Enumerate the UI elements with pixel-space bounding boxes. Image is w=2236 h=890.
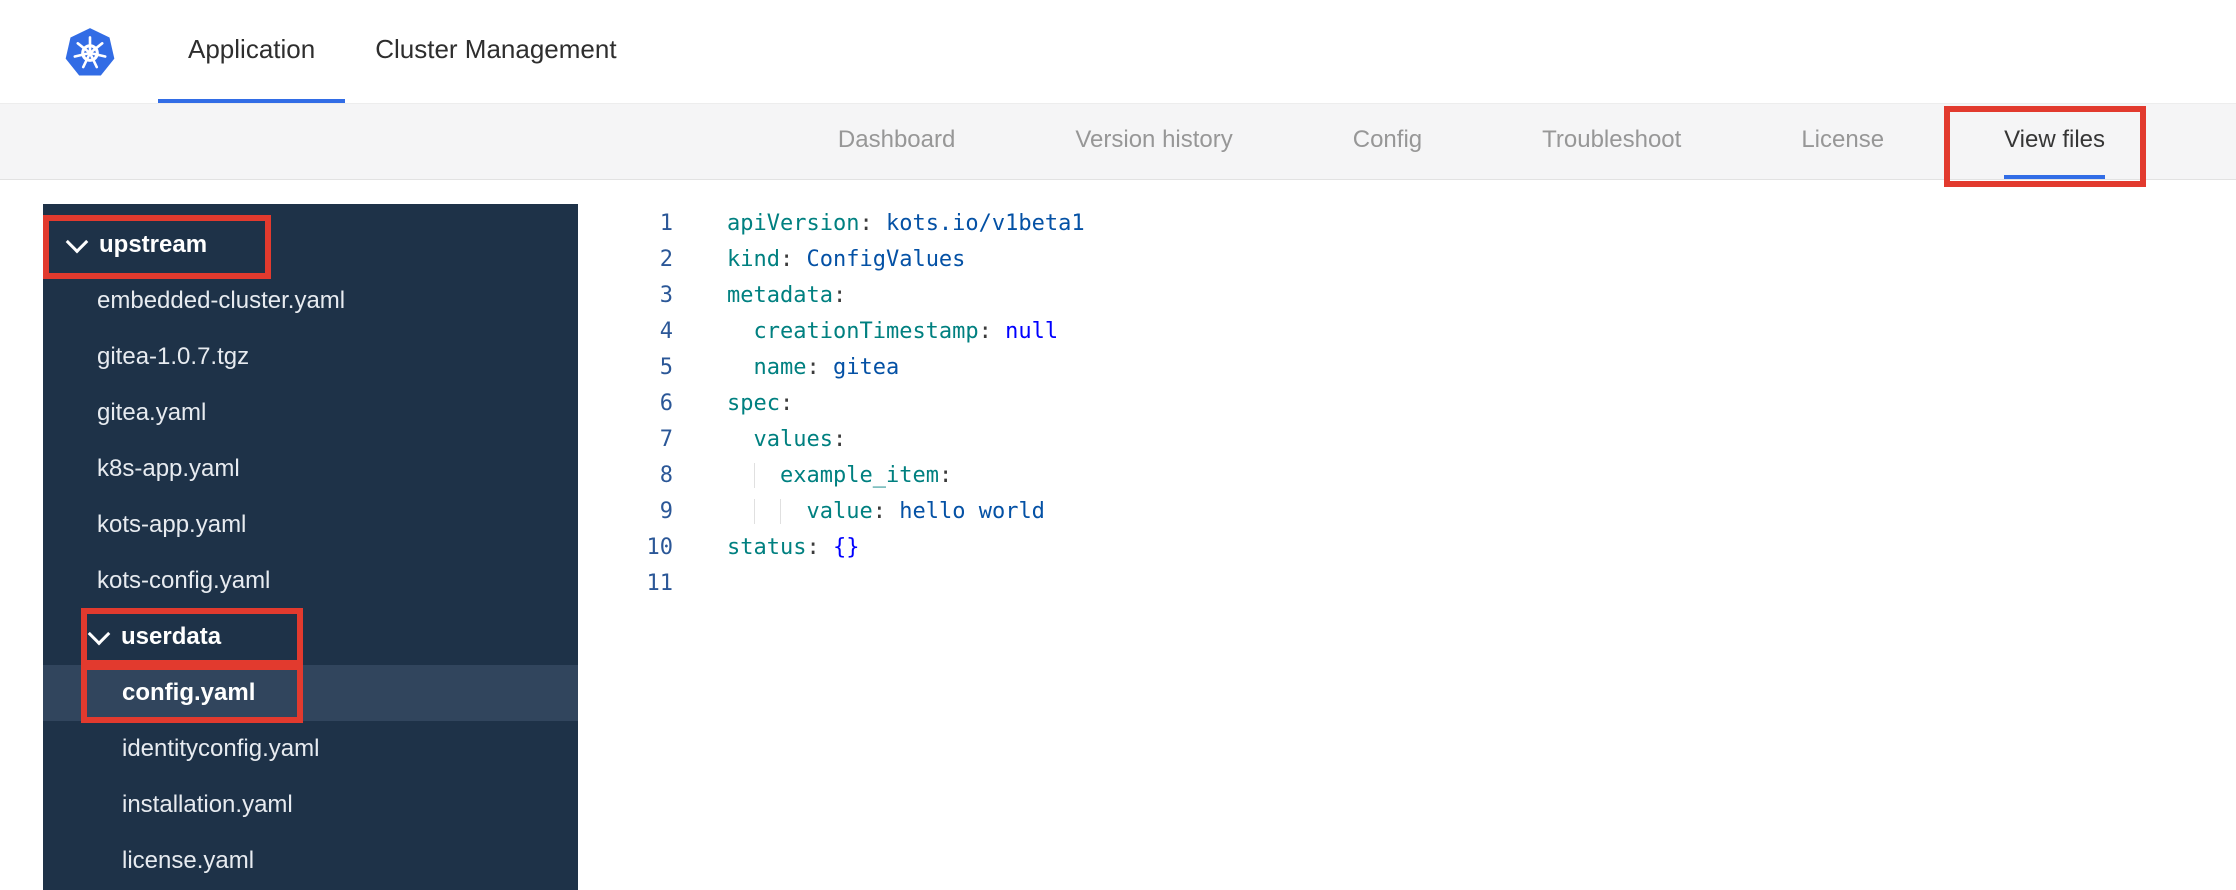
tree-file-installation.yaml[interactable]: installation.yaml (43, 777, 578, 833)
tree-item-label: config.yaml (122, 679, 256, 706)
tab-dashboard[interactable]: Dashboard (838, 104, 955, 179)
tab-dashboard-label: Dashboard (837, 125, 956, 153)
tree-item-label: kots-config.yaml (97, 567, 271, 594)
line-number: 6 (659, 391, 673, 416)
code-line[interactable]: metadata: (727, 278, 1085, 314)
code-line[interactable]: value: hello world (727, 494, 1085, 530)
line-number: 10 (646, 535, 674, 560)
tree-item-label: kots-app.yaml (97, 511, 247, 538)
code-line[interactable]: values: (727, 422, 1085, 458)
tab-view-files-label: View files (2004, 125, 2105, 153)
tab-view-files[interactable]: View files (2004, 104, 2105, 179)
code-line[interactable]: name: gitea (727, 350, 1085, 386)
tree-item-label: upstream (99, 231, 208, 258)
line-number: 7 (659, 427, 673, 452)
tree-folder-upstream[interactable]: upstream (43, 217, 578, 273)
tree-file-kots-app.yaml[interactable]: kots-app.yaml (43, 497, 578, 553)
tree-item-label: embedded-cluster.yaml (97, 287, 346, 314)
tab-config[interactable]: Config (1353, 104, 1422, 179)
tab-license-label: License (1801, 125, 1885, 153)
tab-cluster-management[interactable]: Cluster Management (345, 0, 646, 103)
tree-item-label: gitea-1.0.7.tgz (97, 343, 250, 370)
line-number: 1 (659, 211, 673, 236)
code-line[interactable]: apiVersion: kots.io/v1beta1 (727, 206, 1085, 242)
tree-file-embedded-cluster.yaml[interactable]: embedded-cluster.yaml (43, 273, 578, 329)
file-content-editor[interactable]: 1 2 3 4 5 6 7 8 9 10 11 apiVersion: kots.io/v1beta… (578, 204, 2236, 890)
kubernetes-logo-icon (64, 0, 116, 103)
tree-file-gitea-1.0.7.tgz[interactable]: gitea-1.0.7.tgz (43, 329, 578, 385)
content-area: upstream embedded-cluster.yaml gitea-1.0.7… (0, 204, 2236, 890)
tab-version-history-label: Version history (1075, 125, 1233, 153)
tab-version-history[interactable]: Version history (1075, 104, 1232, 179)
editor-gutter: 1 2 3 4 5 6 7 8 9 10 11 (578, 206, 674, 890)
line-number: 3 (659, 283, 673, 308)
tree-item-label: gitea.yaml (97, 399, 207, 426)
code-line[interactable]: creationTimestamp: null (727, 314, 1085, 350)
top-header: Application Cluster Management (0, 0, 2236, 104)
tree-item-label: k8s-app.yaml (97, 455, 240, 482)
line-number: 4 (659, 319, 673, 344)
code-line[interactable]: status: {} (727, 530, 1085, 566)
line-number: 5 (659, 355, 673, 380)
line-number: 11 (646, 571, 674, 596)
chevron-down-icon (87, 622, 111, 645)
tree-file-gitea.yaml[interactable]: gitea.yaml (43, 385, 578, 441)
tab-license[interactable]: License (1801, 104, 1884, 179)
tree-file-kots-config.yaml[interactable]: kots-config.yaml (43, 553, 578, 609)
app-subnav: Dashboard Version history Config Trouble… (0, 104, 2236, 180)
tab-application[interactable]: Application (158, 0, 346, 103)
tab-cluster-management-label: Cluster Management (375, 34, 617, 64)
line-number: 8 (659, 463, 673, 488)
tree-item-label: installation.yaml (122, 791, 293, 818)
code-line[interactable] (727, 566, 1085, 602)
tree-item-label: license.yaml (122, 847, 255, 874)
line-number: 2 (659, 247, 673, 272)
tree-file-config.yaml[interactable]: config.yaml (43, 665, 578, 721)
tab-troubleshoot-label: Troubleshoot (1542, 125, 1682, 153)
editor-code[interactable]: apiVersion: kots.io/v1beta1 kind: ConfigV… (673, 206, 1085, 890)
tree-item-label: identityconfig.yaml (122, 735, 320, 762)
tree-file-k8s-app.yaml[interactable]: k8s-app.yaml (43, 441, 578, 497)
tree-item-label: userdata (121, 623, 222, 650)
tree-file-identityconfig.yaml[interactable]: identityconfig.yaml (43, 721, 578, 777)
chevron-down-icon (65, 230, 89, 253)
tab-troubleshoot[interactable]: Troubleshoot (1542, 104, 1681, 179)
tab-config-label: Config (1352, 125, 1423, 153)
file-tree-sidebar: upstream embedded-cluster.yaml gitea-1.0.7… (43, 204, 578, 890)
line-number: 9 (659, 499, 673, 524)
code-line[interactable]: kind: ConfigValues (727, 242, 1085, 278)
code-line[interactable]: spec: (727, 386, 1085, 422)
code-line[interactable]: example_item: (727, 458, 1085, 494)
tab-application-label: Application (188, 34, 316, 64)
tree-file-license.yaml[interactable]: license.yaml (43, 833, 578, 889)
tree-folder-userdata[interactable]: userdata (43, 609, 578, 665)
file-tree: upstream embedded-cluster.yaml gitea-1.0.7… (43, 217, 578, 889)
